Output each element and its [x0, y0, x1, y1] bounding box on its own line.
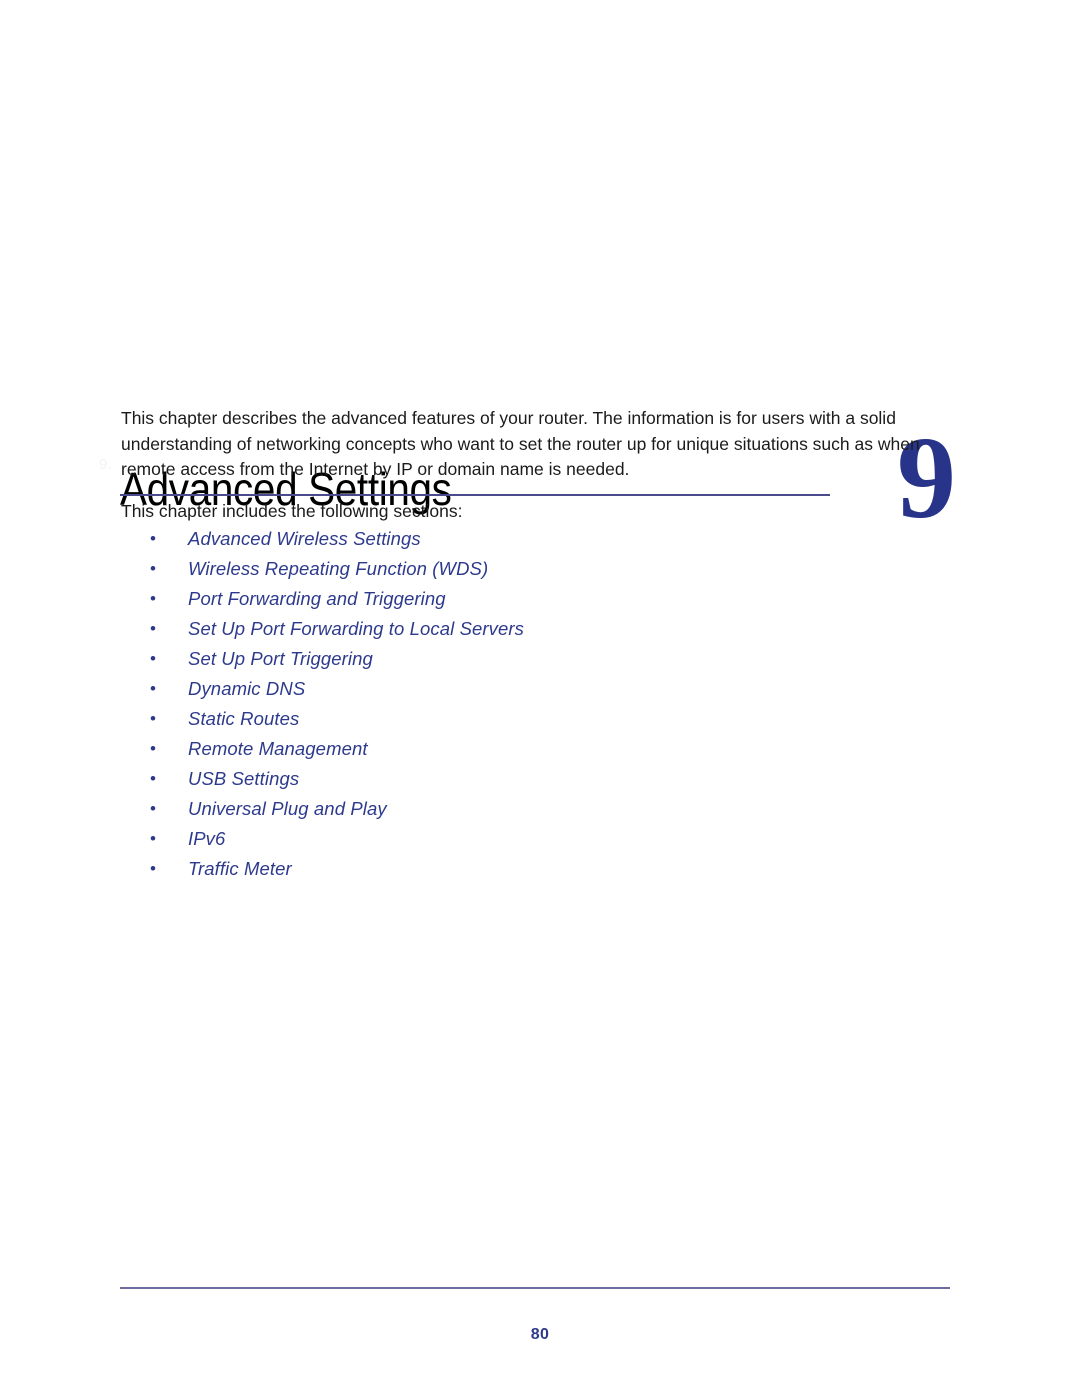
section-link[interactable]: Remote Management [188, 738, 368, 759]
footer-divider [120, 1287, 950, 1289]
bullet-icon: • [150, 529, 156, 548]
list-item: • Dynamic DNS [121, 674, 821, 704]
bullet-icon: • [150, 739, 156, 758]
list-item: • Universal Plug and Play [121, 794, 821, 824]
list-item: • Advanced Wireless Settings [121, 524, 821, 554]
bullet-icon: • [150, 649, 156, 668]
bullet-icon: • [150, 769, 156, 788]
bullet-icon: • [150, 559, 156, 578]
bullet-icon: • [150, 859, 156, 878]
chapter-header: 9. Advanced Settings 9 [0, 208, 1080, 537]
section-link[interactable]: Traffic Meter [188, 858, 292, 879]
bullet-icon: • [150, 589, 156, 608]
section-link[interactable]: Set Up Port Triggering [188, 648, 373, 669]
section-link[interactable]: USB Settings [188, 768, 299, 789]
chapter-marker: 9. [99, 456, 113, 473]
list-item: • IPv6 [121, 824, 821, 854]
bullet-icon: • [150, 619, 156, 638]
list-item: • Wireless Repeating Function (WDS) [121, 554, 821, 584]
bullet-icon: • [150, 679, 156, 698]
intro-paragraph-2: This chapter includes the following sect… [121, 500, 463, 521]
bullet-icon: • [150, 709, 156, 728]
list-item: • Remote Management [121, 734, 821, 764]
list-item: • Static Routes [121, 704, 821, 734]
intro-paragraph-1: This chapter describes the advanced feat… [121, 408, 920, 479]
section-link[interactable]: Set Up Port Forwarding to Local Servers [188, 618, 524, 639]
bullet-icon: • [150, 829, 156, 848]
section-link[interactable]: Dynamic DNS [188, 678, 305, 699]
page-number: 80 [530, 1326, 550, 1343]
section-link[interactable]: Advanced Wireless Settings [188, 528, 421, 549]
section-link[interactable]: Port Forwarding and Triggering [188, 588, 446, 609]
document-page: 9. Advanced Settings 9 This chapter desc… [0, 0, 1080, 1397]
section-link[interactable]: Wireless Repeating Function (WDS) [188, 558, 488, 579]
bullet-icon: • [150, 799, 156, 818]
list-item: • USB Settings [121, 764, 821, 794]
section-link[interactable]: Static Routes [188, 708, 299, 729]
list-item: • Set Up Port Forwarding to Local Servers [121, 614, 821, 644]
chapter-intro: This chapter describes the advanced feat… [121, 406, 953, 524]
section-link-list: • Advanced Wireless Settings • Wireless Rep… [121, 524, 821, 884]
list-item: • Port Forwarding and Triggering [121, 584, 821, 614]
section-link[interactable]: IPv6 [188, 828, 225, 849]
list-item: • Traffic Meter [121, 854, 821, 884]
section-link[interactable]: Universal Plug and Play [188, 798, 387, 819]
list-item: • Set Up Port Triggering [121, 644, 821, 674]
